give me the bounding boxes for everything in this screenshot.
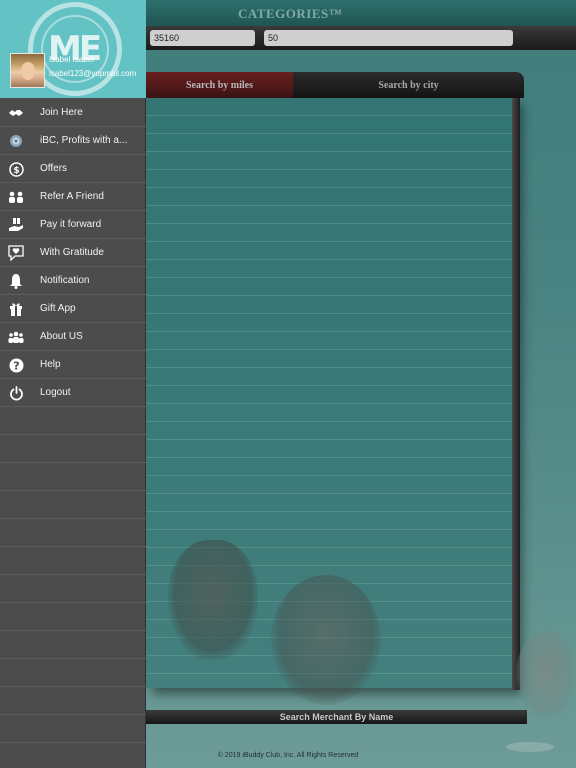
menu-item-label: With Gratitude (40, 247, 104, 258)
menu-item-about-us[interactable]: About US (0, 323, 146, 351)
gift-icon (8, 301, 24, 317)
background-person (516, 630, 576, 720)
background-person (168, 540, 258, 660)
heart-message-icon (8, 245, 24, 261)
empty-menu-row (0, 715, 146, 743)
avatar[interactable] (10, 53, 45, 88)
handshake-icon (8, 105, 24, 121)
categories-title[interactable]: CATEGORIES™ (238, 6, 342, 22)
people-pair-icon (8, 189, 24, 205)
tab-search-by-city[interactable]: Search by city (293, 72, 524, 98)
power-icon (8, 385, 24, 401)
empty-menu-row (0, 575, 146, 603)
miles-field[interactable]: 50 (264, 30, 513, 46)
menu-item-ibc-profits[interactable]: iBC, Profits with a... (0, 127, 146, 155)
empty-menu-row (0, 519, 146, 547)
empty-menu-row (0, 631, 146, 659)
side-drawer: ME Isabel Isabel isabel123@yopmail.com J… (0, 0, 146, 768)
empty-menu-row (0, 547, 146, 575)
svg-text:$: $ (13, 166, 19, 176)
zip-code-field[interactable]: 35160 (150, 30, 255, 46)
menu-item-label: Offers (40, 163, 68, 174)
menu-item-label: Pay it forward (40, 219, 102, 230)
menu-item-label: Notification (40, 275, 90, 286)
drawer-header: ME Isabel Isabel isabel123@yopmail.com (0, 0, 146, 98)
menu-item-refer-a-friend[interactable]: Refer A Friend (0, 183, 146, 211)
menu-item-label: Gift App (40, 303, 76, 314)
drawer-menu: Join Here iBC, Profits with a... $ Offer… (0, 99, 146, 743)
menu-item-label: Join Here (40, 107, 83, 118)
bell-icon (8, 273, 24, 289)
search-tabs: Search by miles Search by city (146, 72, 524, 98)
empty-menu-row (0, 603, 146, 631)
background-person (271, 575, 381, 705)
search-merchant-by-name-button[interactable]: Search Merchant By Name (146, 710, 527, 724)
empty-menu-row (0, 435, 146, 463)
svg-text:?: ? (13, 359, 19, 372)
menu-item-label: iBC, Profits with a... (40, 135, 128, 146)
menu-item-label: About US (40, 331, 83, 342)
avatar-face (21, 62, 35, 80)
menu-item-with-gratitude[interactable]: With Gratitude (0, 239, 146, 267)
menu-item-label: Logout (40, 387, 71, 398)
empty-menu-row (0, 659, 146, 687)
gift-hand-icon (8, 217, 24, 233)
menu-item-label: Help (40, 359, 61, 370)
empty-menu-row (0, 687, 146, 715)
menu-item-help[interactable]: ? Help (0, 351, 146, 379)
tab-search-by-miles[interactable]: Search by miles (146, 72, 293, 98)
menu-item-gift-app[interactable]: Gift App (0, 295, 146, 323)
empty-menu-row (0, 491, 146, 519)
dollar-icon: $ (8, 161, 24, 177)
user-email: isabel123@yopmail.com (49, 69, 137, 78)
categories-bar[interactable] (146, 0, 576, 26)
background-photo (146, 520, 576, 768)
menu-item-logout[interactable]: Logout (0, 379, 146, 407)
menu-item-join-here[interactable]: Join Here (0, 99, 146, 127)
user-name: Isabel Isabel (49, 55, 94, 64)
menu-item-pay-it-forward[interactable]: Pay it forward (0, 211, 146, 239)
menu-item-offers[interactable]: $ Offers (0, 155, 146, 183)
ibc-globe-icon (8, 133, 24, 149)
question-icon: ? (8, 357, 24, 373)
background-cup (506, 742, 554, 752)
empty-menu-row (0, 463, 146, 491)
copyright-text: © 2019 iBuddy Club, Inc. All Rights Rese… (217, 752, 359, 759)
empty-menu-row (0, 407, 146, 435)
group-icon (8, 329, 24, 345)
menu-item-notification[interactable]: Notification (0, 267, 146, 295)
menu-item-label: Refer A Friend (40, 191, 104, 202)
